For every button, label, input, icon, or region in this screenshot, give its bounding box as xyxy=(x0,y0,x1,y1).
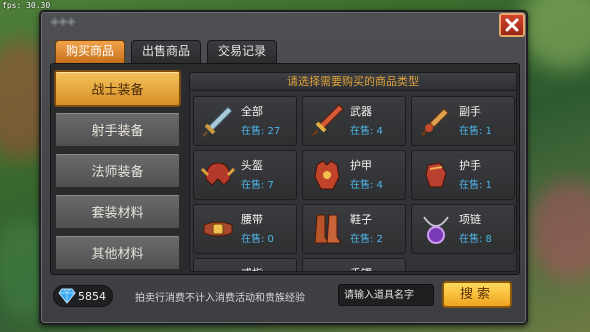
dagger-icon xyxy=(420,108,449,137)
tab-bar: 购买商品 出售商品 交易记录 xyxy=(55,40,278,63)
item-type-offhand[interactable]: 副手 在售: 1 xyxy=(411,96,515,146)
tab-records[interactable]: 交易记录 xyxy=(207,40,278,63)
ring-icon xyxy=(198,263,238,272)
category-warrior[interactable]: 战士装备 xyxy=(54,70,181,107)
goods-header: 请选择需要购买的商品类型 xyxy=(190,73,516,91)
diamond-amount: 5854 xyxy=(78,290,106,303)
item-type-count: 在售: 1 xyxy=(459,180,492,191)
footer-bar: 5854 拍卖行消费不计入消费活动和贵族经验 搜索 xyxy=(50,278,520,318)
goods-panel: 请选择需要购买的商品类型 全部 在售: 27 武器 在售: 4 副手 在售: 1… xyxy=(189,72,517,272)
item-type-boots[interactable]: 鞋子 在售: 2 xyxy=(302,204,406,254)
gauntlet-icon xyxy=(425,162,447,188)
close-icon xyxy=(505,18,519,32)
item-type-count: 在售: 27 xyxy=(241,126,281,137)
diamond-icon xyxy=(58,288,76,304)
item-type-armor[interactable]: 护甲 在售: 4 xyxy=(302,150,406,200)
auction-panel: ◈◈◈ 购买商品 出售商品 交易记录 战士装备 射手装备 法师装备 套装材料 其… xyxy=(39,10,528,325)
item-type-name: 戒指 xyxy=(241,265,263,271)
fps-counter: fps: 30.30 xyxy=(2,1,51,10)
item-type-name: 项链 xyxy=(459,213,481,226)
content-frame: 战士装备 射手装备 法师装备 套装材料 其他材料 请选择需要购买的商品类型 全部… xyxy=(50,63,520,275)
item-type-name: 副手 xyxy=(459,105,481,118)
item-type-belt[interactable]: 腰带 在售: 0 xyxy=(193,204,297,254)
item-type-count: 在售: 2 xyxy=(350,234,383,245)
tab-sell[interactable]: 出售商品 xyxy=(131,40,202,63)
necklace-icon xyxy=(423,216,449,244)
belt-icon xyxy=(203,221,233,237)
item-type-ring[interactable]: 戒指 xyxy=(193,258,297,272)
item-type-bracelet[interactable]: 手镯 xyxy=(302,258,406,272)
sword-icon xyxy=(201,106,233,138)
item-type-weapon[interactable]: 武器 在售: 4 xyxy=(302,96,406,146)
item-type-name: 护手 xyxy=(459,159,481,172)
tab-buy[interactable]: 购买商品 xyxy=(55,40,126,63)
category-other-materials[interactable]: 其他材料 xyxy=(54,234,181,271)
auction-notice: 拍卖行消费不计入消费活动和贵族经验 xyxy=(135,293,305,304)
armor-icon xyxy=(314,160,340,190)
helmet-icon xyxy=(200,162,236,186)
item-type-gloves[interactable]: 护手 在售: 1 xyxy=(411,150,515,200)
diamond-balance: 5854 xyxy=(53,285,113,307)
category-list: 战士装备 射手装备 法师装备 套装材料 其他材料 xyxy=(54,70,184,275)
category-mage[interactable]: 法师装备 xyxy=(54,152,181,189)
item-type-necklace[interactable]: 项链 在售: 8 xyxy=(411,204,515,254)
greatsword-icon xyxy=(311,104,344,137)
item-type-name: 鞋子 xyxy=(350,213,372,226)
category-set-materials[interactable]: 套装材料 xyxy=(54,193,181,230)
item-type-name: 腰带 xyxy=(241,213,263,226)
item-type-count: 在售: 8 xyxy=(459,234,492,245)
search-button[interactable]: 搜索 xyxy=(442,281,512,308)
category-archer[interactable]: 射手装备 xyxy=(54,111,181,148)
item-type-name: 手镯 xyxy=(350,265,372,271)
item-type-name: 头盔 xyxy=(241,159,263,172)
item-type-count: 在售: 7 xyxy=(241,180,274,191)
item-type-count: 在售: 4 xyxy=(350,126,383,137)
item-type-name: 护甲 xyxy=(350,159,372,172)
bracelet-icon xyxy=(307,263,347,272)
item-type-all[interactable]: 全部 在售: 27 xyxy=(193,96,297,146)
item-type-helmet[interactable]: 头盔 在售: 7 xyxy=(193,150,297,200)
item-type-name: 全部 xyxy=(241,105,263,118)
boots-icon xyxy=(314,214,342,244)
item-type-count: 在售: 0 xyxy=(241,234,274,245)
item-type-count: 在售: 4 xyxy=(350,180,383,191)
search-input[interactable] xyxy=(338,284,434,306)
close-button[interactable] xyxy=(499,13,525,37)
item-type-count: 在售: 1 xyxy=(459,126,492,137)
panel-ornament-icon: ◈◈◈ xyxy=(50,14,76,28)
item-type-name: 武器 xyxy=(350,105,372,118)
